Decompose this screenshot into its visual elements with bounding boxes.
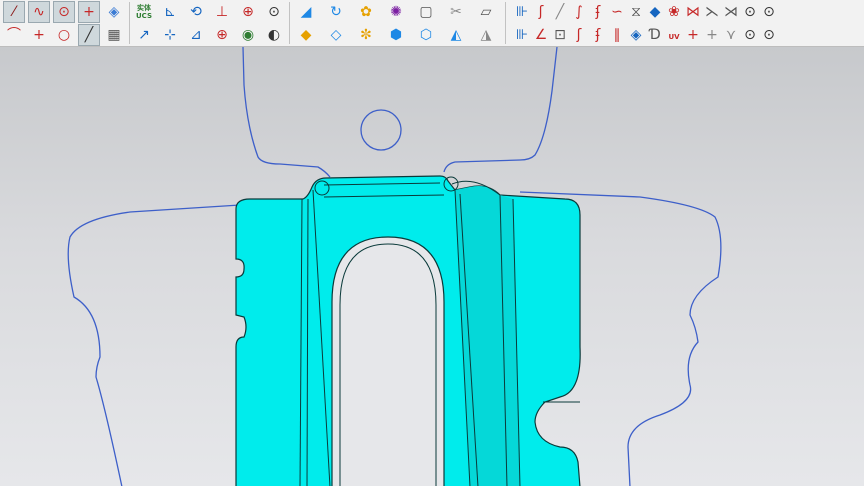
ucs-move-2-icon[interactable]: ⊕: [211, 24, 233, 46]
point-tool-icon[interactable]: +: [78, 1, 100, 23]
ucs-move-icon[interactable]: ⊾: [159, 1, 181, 23]
document-icon[interactable]: ▢: [415, 1, 437, 23]
toolbar-separator: [129, 2, 130, 44]
inner-slot: [331, 236, 445, 486]
surface-cylinder-icon[interactable]: ⬡: [415, 24, 437, 46]
crosshair-tool-icon[interactable]: +: [28, 24, 50, 46]
ucs-shape-icon[interactable]: ◉: [237, 24, 259, 46]
surface-revolve-icon[interactable]: ↻: [325, 1, 347, 23]
circle-center-tool-icon[interactable]: ⊙: [53, 1, 75, 23]
locating-hole-curve: [360, 109, 402, 151]
surface-loft-icon[interactable]: ✺: [385, 1, 407, 23]
arc-tool-icon[interactable]: ⌒: [3, 24, 25, 46]
plane-surface-icon[interactable]: ▱: [475, 1, 497, 23]
ucs-origin-icon[interactable]: ⊹: [159, 24, 181, 46]
curve-circle-4-icon[interactable]: ⊙: [758, 24, 780, 46]
polyline-tool-icon[interactable]: ∿: [28, 1, 50, 23]
surface-net-icon[interactable]: ◆: [295, 24, 317, 46]
ucs-dynamic-icon[interactable]: ⊙: [263, 1, 285, 23]
grid-tool-icon[interactable]: ▦: [103, 24, 125, 46]
circle-tool-icon[interactable]: ○: [53, 24, 75, 46]
surface-offset-icon[interactable]: ◮: [475, 24, 497, 46]
ucs-rotate-icon[interactable]: ⟲: [185, 1, 207, 23]
ucs-axis-icon[interactable]: ↗: [133, 24, 155, 46]
line-tool-icon[interactable]: ⁄: [3, 1, 25, 23]
sketch-plane-icon[interactable]: ◈: [103, 1, 125, 23]
upper-outline-curve-right: [443, 47, 558, 173]
upper-outline-curve: [242, 47, 331, 178]
toolbar-separator: [289, 2, 290, 44]
surface-sweep-icon[interactable]: ✿: [355, 1, 377, 23]
surface-patch-icon[interactable]: ◇: [325, 24, 347, 46]
model-view[interactable]: [0, 47, 864, 486]
surface-fill-icon[interactable]: ✼: [355, 24, 377, 46]
surface-box-icon[interactable]: ⬢: [385, 24, 407, 46]
diagonal-line-tool-icon[interactable]: ╱: [78, 24, 100, 46]
uv-curve-label: UV: [668, 33, 680, 41]
surface-split-icon[interactable]: ◭: [445, 24, 467, 46]
ucs-align-icon[interactable]: ⊥: [211, 1, 233, 23]
curve-circle-2-icon[interactable]: ⊙: [758, 1, 780, 23]
ucs-save-icon[interactable]: ⊕: [237, 1, 259, 23]
entity-ucs-icon[interactable]: 实体 UCS: [133, 1, 155, 23]
entity-ucs-label: 实体 UCS: [136, 4, 152, 20]
toolbar-separator: [505, 2, 506, 44]
trim-surface-icon[interactable]: ✂: [445, 1, 467, 23]
ucs-object-icon[interactable]: ⊿: [185, 24, 207, 46]
surface-extrude-icon[interactable]: ◢: [295, 1, 317, 23]
cad-toolbar: ⁄ ∿ ⊙ + ◈ 实体 UCS ⊾ ⟲ ⊥ ⊕ ⊙ ◢ ↻ ✿ ✺ ▢ ✂ ▱ ⊪ ʃ ╱ ∫ ʄ ∽ ⧖ ◆ ❀ ⋈ ⋋ ⋊ ⊙ ⊙ ⌒ +…: [0, 0, 864, 47]
solid-part[interactable]: [235, 175, 581, 486]
ucs-plane-icon[interactable]: ◐: [263, 24, 285, 46]
left-outer-contour: [67, 204, 241, 486]
3d-viewport[interactable]: [0, 47, 864, 486]
